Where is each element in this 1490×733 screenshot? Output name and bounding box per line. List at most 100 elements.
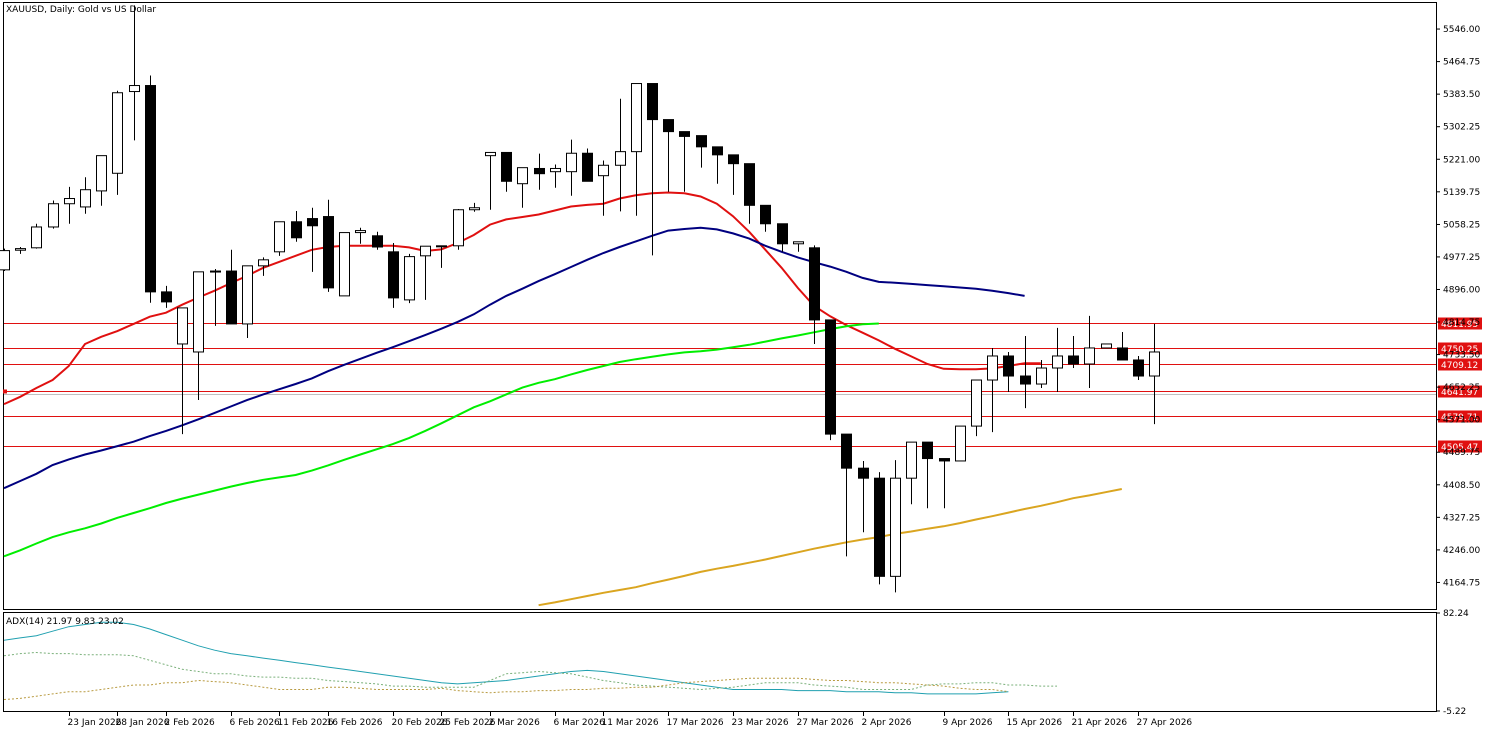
date-tick-label: 27 Apr 2026 <box>1137 718 1193 728</box>
candle-body <box>1101 343 1112 349</box>
candle-body <box>987 355 998 381</box>
chart-container: 4811.954750.254709.124641.974579.714505.… <box>0 2 1482 728</box>
date-tick-label: 23 Jan 2026 <box>68 718 122 728</box>
adx-pane <box>3 612 1437 712</box>
price-tick-label: 5464.75 <box>1443 58 1480 68</box>
candle-body <box>355 230 366 234</box>
adx-title: ADX(14) 21.97 9.83 23.02 <box>6 617 124 627</box>
candle-body <box>582 152 593 182</box>
price-tick-label: 4896.00 <box>1443 285 1480 295</box>
candle-body <box>372 235 383 248</box>
candle-body <box>858 467 869 479</box>
candle-body <box>517 167 528 185</box>
candle-body <box>663 119 674 133</box>
price-tick-label: 4977.25 <box>1443 253 1480 263</box>
candle-body <box>1068 355 1079 365</box>
candle-body <box>210 270 221 273</box>
candle-body <box>696 135 707 148</box>
candle-body <box>501 151 512 182</box>
candle-body <box>485 151 496 157</box>
date-tick-label: 11 Mar 2026 <box>602 718 659 728</box>
candle-body <box>1084 347 1095 365</box>
candle-body <box>906 441 917 479</box>
candle-body <box>307 218 318 227</box>
adx-axis: 82.24 -5.22 <box>1436 609 1469 717</box>
bid-marker <box>3 389 7 394</box>
main-pane <box>3 2 1437 610</box>
price-tick-label: 5139.75 <box>1443 188 1480 198</box>
price-tick-label: 4164.75 <box>1443 578 1480 588</box>
candle-body <box>1133 359 1144 377</box>
candle-body <box>323 216 334 289</box>
date-tick-label: 16 Feb 2026 <box>327 718 383 728</box>
candle-body <box>31 226 42 249</box>
candle-body <box>793 241 804 245</box>
candle-body <box>291 221 302 239</box>
date-tick-label: 25 Feb 2026 <box>440 718 496 728</box>
price-tick-label: 4814.75 <box>1443 318 1480 328</box>
candle-body <box>177 307 188 345</box>
candle-body <box>955 425 966 462</box>
candle-body <box>744 163 755 206</box>
date-tick-label: 17 Mar 2026 <box>667 718 724 728</box>
candle-body <box>534 167 545 175</box>
price-tick-label: 4246.00 <box>1443 546 1480 556</box>
chart-title: XAUUSD, Daily: Gold vs US Dollar <box>6 5 156 15</box>
candle-body <box>922 441 933 460</box>
candle-body <box>939 458 950 462</box>
candle-body <box>760 204 771 225</box>
candle-body <box>96 155 107 192</box>
candle-body <box>0 250 10 271</box>
candle-body <box>145 85 156 293</box>
price-tick-label: 5383.50 <box>1443 90 1480 100</box>
candle-body <box>388 251 399 299</box>
date-tick-label: 27 Mar 2026 <box>797 718 854 728</box>
date-axis: 23 Jan 202628 Jan 20262 Feb 2026 6 Feb 20… <box>68 711 1193 728</box>
candle-body <box>404 256 415 301</box>
price-tick-label: 4489.75 <box>1443 448 1480 458</box>
candle-body <box>712 146 723 156</box>
adx-tick-label: 82.24 <box>1443 609 1469 619</box>
date-tick-label: 28 Jan 2026 <box>116 718 170 728</box>
candle-body <box>728 154 739 165</box>
candle-body <box>64 198 75 205</box>
price-tick-label: 4652.25 <box>1443 383 1480 393</box>
candle-body <box>874 477 885 577</box>
candle-body <box>436 245 447 248</box>
price-tick-label: 5221.00 <box>1443 155 1480 165</box>
candle-body <box>679 131 690 137</box>
date-tick-label: 21 Apr 2026 <box>1072 718 1128 728</box>
date-tick-label: 6 Feb 2026 <box>230 718 281 728</box>
adx-tick-label: -5.22 <box>1443 707 1466 717</box>
candle-body <box>80 189 91 208</box>
price-tick-label: 5302.25 <box>1443 123 1480 133</box>
level-label: 4709.12 <box>1441 361 1478 371</box>
candle-body <box>469 207 480 211</box>
date-tick-label: 11 Feb 2026 <box>278 718 334 728</box>
candle-body <box>631 83 642 153</box>
candle-body <box>841 433 852 469</box>
date-tick-label: 15 Apr 2026 <box>1007 718 1063 728</box>
candle-body <box>242 265 253 325</box>
price-tick-label: 5546.00 <box>1443 25 1480 35</box>
candle-body <box>453 209 464 247</box>
price-axis: 5546.00 5464.75 5383.50 5302.25 5221.00 5139.… <box>1436 25 1480 588</box>
candle-body <box>615 151 626 166</box>
price-tick-label: 4733.50 <box>1443 351 1480 361</box>
date-tick-label: 2 Mar 2026 <box>489 718 541 728</box>
date-tick-label: 6 Mar 2026 <box>554 718 606 728</box>
candle-body <box>809 247 820 321</box>
candle-body <box>647 83 658 121</box>
price-tick-label: 4571.00 <box>1443 416 1480 426</box>
candle-body <box>1036 367 1047 385</box>
candle-body <box>129 85 140 93</box>
candle-body <box>890 477 901 577</box>
candle-body <box>550 167 561 173</box>
date-tick-label: 2 Apr 2026 <box>862 718 912 728</box>
candle-body <box>566 152 577 173</box>
candle-body <box>825 319 836 435</box>
candle-body <box>258 259 269 267</box>
candle-body <box>777 223 788 245</box>
candle-body <box>274 221 285 253</box>
date-tick-label: 9 Apr 2026 <box>943 718 993 728</box>
